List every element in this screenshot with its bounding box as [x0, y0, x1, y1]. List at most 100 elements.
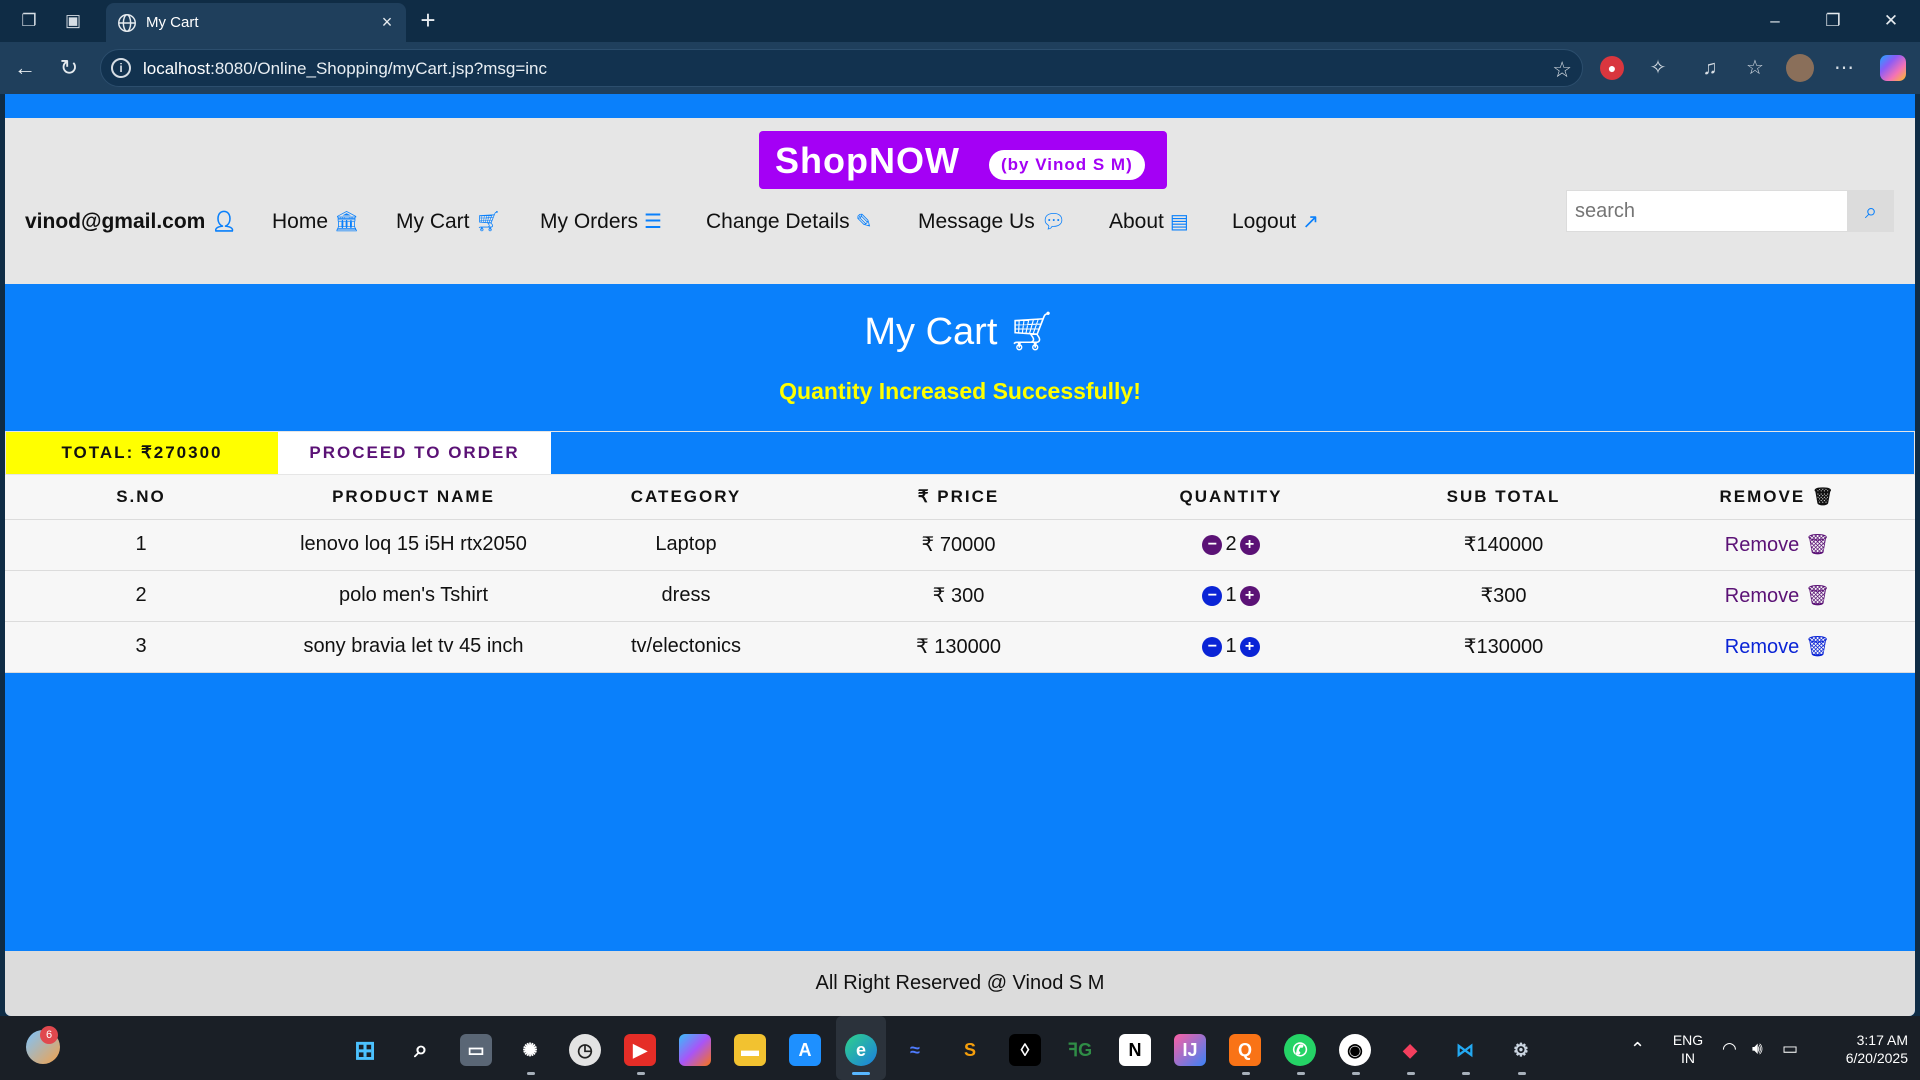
menu-home[interactable]: Home 🏛︎ — [272, 207, 359, 237]
search-input[interactable] — [1566, 190, 1848, 232]
battery-icon[interactable]: ▭ — [1782, 1040, 1798, 1058]
media-control-icon[interactable]: ♫ — [1696, 54, 1724, 82]
task-view-icon[interactable]: ▭ — [460, 1034, 492, 1066]
menu-user-email[interactable]: vinod@gmail.com 👤︎ — [25, 207, 237, 237]
workspaces-icon[interactable]: ❐ — [18, 10, 40, 32]
address-bar[interactable]: i localhost:8080/Online_Shopping/myCart.… — [100, 49, 1583, 87]
running-indicator — [1297, 1072, 1305, 1075]
language-indicator[interactable]: ENG IN — [1668, 1031, 1708, 1067]
favorite-star-icon[interactable]: ☆ — [1552, 57, 1572, 83]
cart-actions-bar: TOTAL: ₹270300 PROCEED TO ORDER — [5, 431, 1915, 475]
browser-titlebar: ❐ ▣ My Cart × + – ❐ ✕ — [0, 0, 1920, 42]
browser-navbar: ← ↻ i localhost:8080/Online_Shopping/myC… — [0, 42, 1920, 94]
cell-sno: 3 — [5, 621, 277, 673]
col-subtotal: SUB TOTAL — [1367, 475, 1640, 520]
tab-my-cart[interactable]: My Cart × — [106, 3, 406, 42]
extension-red-icon[interactable]: ● — [1600, 56, 1624, 80]
menu-logout[interactable]: Logout ↗ — [1232, 207, 1319, 237]
col-quantity: QUANTITY — [1095, 475, 1367, 520]
cell-remove: Remove 🗑︎ — [1640, 519, 1915, 571]
running-indicator — [1462, 1072, 1470, 1075]
col-sno: S.NO — [5, 475, 277, 520]
menu-my-cart[interactable]: My Cart 🛒︎ — [396, 207, 501, 237]
shopnow-logo[interactable]: ShopNOW (by Vinod S M) — [759, 131, 1167, 189]
decrease-quantity-icon[interactable]: − — [1202, 534, 1223, 555]
remove-link[interactable]: Remove 🗑︎ — [1725, 585, 1830, 607]
remove-link[interactable]: Remove 🗑︎ — [1725, 636, 1830, 658]
tab-close-icon[interactable]: × — [376, 11, 398, 33]
copilot-taskbar-icon[interactable] — [679, 1034, 711, 1066]
trash-icon: 🗑︎ — [1804, 534, 1831, 556]
remove-link[interactable]: Remove 🗑︎ — [1725, 534, 1830, 556]
vscode-icon[interactable]: ⋈ — [1449, 1034, 1481, 1066]
running-indicator — [1518, 1072, 1526, 1075]
menu-message-us[interactable]: Message Us 💬︎ — [918, 207, 1066, 237]
copilot-icon[interactable] — [1880, 55, 1906, 81]
increase-quantity-icon[interactable]: + — [1239, 585, 1260, 606]
col-remove: REMOVE 🗑︎ — [1640, 475, 1915, 520]
increase-quantity-icon[interactable]: + — [1239, 534, 1260, 555]
running-indicator — [1242, 1072, 1250, 1075]
col-category: CATEGORY — [550, 475, 822, 520]
proceed-to-order-button[interactable]: PROCEED TO ORDER — [278, 432, 551, 474]
minimize-icon[interactable]: – — [1760, 8, 1790, 34]
search-button[interactable]: ⌕ — [1848, 190, 1894, 232]
file-explorer-icon[interactable]: ▬ — [734, 1034, 766, 1066]
chatgpt-icon[interactable]: ✺ — [514, 1034, 546, 1066]
extensions-puzzle-icon[interactable]: ✧ — [1644, 54, 1672, 82]
sublime-icon[interactable]: S — [954, 1034, 986, 1066]
edge-icon[interactable]: e — [845, 1034, 877, 1066]
url-text[interactable]: localhost:8080/Online_Shopping/myCart.js… — [143, 59, 547, 79]
close-window-icon[interactable]: ✕ — [1876, 8, 1906, 34]
decrease-quantity-icon[interactable]: − — [1202, 585, 1223, 606]
cell-quantity: −2 + — [1095, 519, 1367, 571]
notion-icon[interactable]: N — [1119, 1034, 1151, 1066]
logo-title: ShopNOW — [775, 140, 960, 181]
cell-price: ₹ 130000 — [822, 621, 1095, 673]
list-circle-icon: ☰ — [644, 211, 662, 233]
trash-icon: 🗑︎ — [1804, 636, 1831, 658]
top-stripe — [5, 94, 1915, 118]
chat-icon: 💬︎ — [1040, 211, 1067, 233]
deepseek-icon[interactable]: ≈ — [899, 1034, 931, 1066]
notification-badge: 6 — [40, 1026, 58, 1044]
menu-change-details[interactable]: Change Details ✎ — [706, 207, 872, 237]
windows-start-icon[interactable]: ⊞ — [349, 1034, 381, 1066]
menu-my-orders[interactable]: My Orders ☰ — [540, 207, 662, 237]
cell-price: ₹ 300 — [822, 570, 1095, 622]
cell-sno: 2 — [5, 570, 277, 622]
refresh-icon[interactable]: ↻ — [56, 55, 82, 81]
whatsapp-icon[interactable]: ✆ — [1284, 1034, 1316, 1066]
profile-avatar-icon[interactable] — [1786, 54, 1814, 82]
cursor-app-icon[interactable]: ◊ — [1009, 1034, 1041, 1066]
volume-icon[interactable]: 🔊︎ — [1752, 1040, 1763, 1058]
clock-app-icon[interactable]: ◷ — [569, 1034, 601, 1066]
back-icon[interactable]: ← — [12, 55, 38, 81]
show-hidden-icons-icon[interactable]: ⌃ — [1630, 1040, 1645, 1058]
favorites-icon[interactable]: ☆ — [1741, 54, 1769, 82]
site-info-icon[interactable]: i — [111, 58, 131, 78]
q-app-icon[interactable]: Q — [1229, 1034, 1261, 1066]
youtube-icon[interactable]: ▶ — [624, 1034, 656, 1066]
settings-gear-icon[interactable]: ⚙ — [1505, 1034, 1537, 1066]
wifi-icon[interactable]: ◠ — [1722, 1040, 1737, 1058]
col-product-name: PRODUCT NAME — [277, 475, 550, 520]
clock[interactable]: 3:17 AM 6/20/2025 — [1818, 1031, 1908, 1067]
cell-subtotal: ₹130000 — [1367, 621, 1640, 673]
github-icon[interactable]: ◉ — [1339, 1034, 1371, 1066]
total-button[interactable]: TOTAL: ₹270300 — [6, 432, 278, 474]
quantity-value: 1 — [1225, 635, 1237, 658]
increase-quantity-icon[interactable]: + — [1239, 636, 1260, 657]
app-store-icon[interactable]: A — [789, 1034, 821, 1066]
git-tool-icon[interactable]: ◆ — [1394, 1034, 1426, 1066]
search-taskbar-icon[interactable]: ⌕ — [405, 1034, 437, 1066]
decrease-quantity-icon[interactable]: − — [1202, 636, 1223, 657]
menu-about[interactable]: About ▤ — [1109, 207, 1189, 237]
more-menu-icon[interactable]: ⋯ — [1830, 54, 1858, 82]
vertical-tabs-icon[interactable]: ▣ — [62, 10, 84, 32]
quantity-value: 1 — [1225, 584, 1237, 607]
geeksforgeeks-icon[interactable]: ꟻG — [1064, 1034, 1096, 1066]
new-tab-icon[interactable]: + — [415, 7, 441, 33]
intellij-icon[interactable]: IJ — [1174, 1034, 1206, 1066]
restore-icon[interactable]: ❐ — [1818, 8, 1848, 34]
